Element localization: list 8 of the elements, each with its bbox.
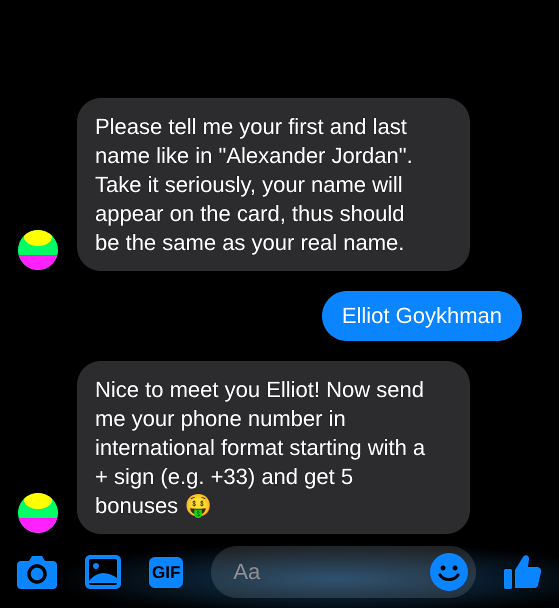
smiley-icon[interactable]: [430, 553, 468, 591]
image-icon[interactable]: [85, 555, 121, 589]
thumbs-up-icon[interactable]: [504, 553, 542, 591]
sent-message-bubble: Elliot Goykhman: [322, 291, 522, 341]
gif-button[interactable]: GIF: [149, 556, 184, 588]
received-message-bubble: Nice to meet you Elliot! Now send me your phone number in international format starting with a + sign (e.g. +33) and get 5 bonuses 🤑: [77, 361, 470, 534]
camera-icon[interactable]: [17, 555, 57, 589]
received-message-bubble: Please tell me your first and last name like in "Alexander Jordan". Take it seriously, your name will appear on the card, thus should be the same as your real name.: [77, 98, 470, 271]
